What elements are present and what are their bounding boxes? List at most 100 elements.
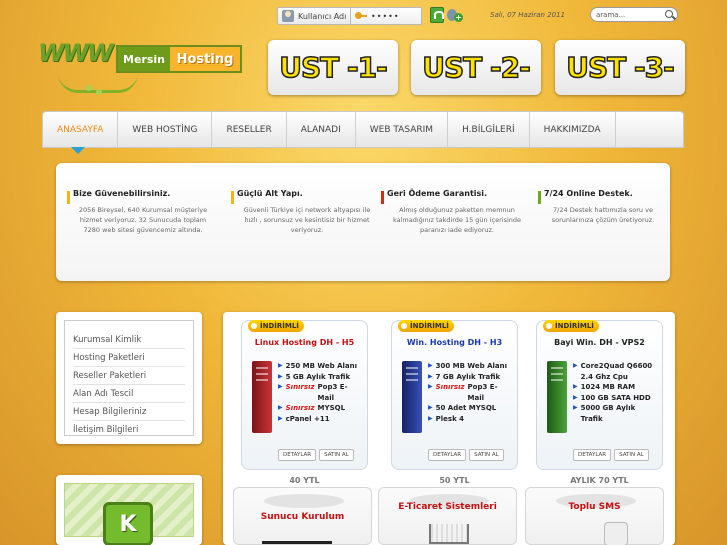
sidebar-item-hosting-paketleri[interactable]: Hosting Paketleri <box>73 349 185 367</box>
info-text: Almış olduğunuz paketten memnun kalmadığ… <box>392 206 522 234</box>
user-icon <box>282 10 294 22</box>
accent-bar <box>67 191 70 204</box>
banner-ust-3[interactable]: UST -3- <box>555 40 685 95</box>
details-button[interactable]: DETAYLAR <box>428 449 467 461</box>
main-content: İNDİRİMLİ Linux Hosting DH - H5 ▶ 250 MB … <box>223 312 675 545</box>
card-actions: DETAYLAR SATIN AL <box>428 449 504 461</box>
nav-item-h-bilgileri[interactable]: H.BİLGİLERİ <box>448 112 530 147</box>
discount-badge: İNDİRİMLİ <box>398 320 454 332</box>
phone-icon <box>604 522 628 545</box>
server-icon <box>547 361 567 433</box>
info-text: 7/24 Destek hattımızla soru ve sorunları… <box>551 206 655 224</box>
info-title: Bize Güvenebilirsiniz. <box>73 189 171 198</box>
nav-item-reseller[interactable]: RESELLER <box>212 112 287 147</box>
feature-item: ▶ 5 GB Aylık Trafik <box>278 372 351 381</box>
logo-www: WWW <box>38 39 113 67</box>
logo-dot <box>86 85 92 91</box>
package-card-vps: İNDİRİMLİ Bayi Win. DH - VPS2 ▶ Core2Quad… <box>536 320 663 485</box>
feature-item: ▶ Core2Quad Q6600 2.4 Ghz Cpu <box>573 362 653 381</box>
feature-item: ▶ Sınırsız Pop3 E-Mail <box>278 383 348 402</box>
feature-item: ▶ 50 Adet MYSQL <box>428 404 497 412</box>
sidebar-item-kurumsal-kimlik[interactable]: Kurumsal Kimlik <box>73 331 185 349</box>
service-card-bulk-sms[interactable]: Toplu SMS <box>525 487 664 545</box>
feature-item: ▶ 100 GB SATA HDD <box>573 393 651 402</box>
feature-item: ▶ Sınırsız Pop3 E-Mail <box>428 383 498 402</box>
info-trust: Bize Güvenebilirsiniz. 2056 Bireysel, 64… <box>67 189 213 235</box>
add-user-button[interactable]: + <box>447 7 463 23</box>
nav-item-web-tasarim[interactable]: WEB TASARIM <box>356 112 449 147</box>
accent-bar <box>538 191 541 204</box>
feature-item: ▶ 7 GB Aylık Trafik <box>428 372 501 381</box>
username-placeholder: Kullanıcı Adı <box>298 11 347 21</box>
service-title: Toplu SMS <box>568 502 621 512</box>
package-price: 40 YTL <box>289 476 320 485</box>
feature-item: ▶ 5000 GB Aylık Trafik <box>573 404 636 423</box>
details-button[interactable]: DETAYLAR <box>573 449 612 461</box>
logo-hosting: Hosting <box>170 47 240 71</box>
package-price: 50 YTL <box>439 476 470 485</box>
promo-k-tile[interactable]: K <box>103 502 153 545</box>
nav-item-anasayfa[interactable]: ANASAYFA <box>43 112 119 154</box>
nav-item-hakkimizda[interactable]: HAKKIMIZDA <box>530 112 616 147</box>
banner-ust-1[interactable]: UST -1- <box>268 40 398 95</box>
package-card-windows: İNDİRİMLİ Win. Hosting DH - H3 ▶ 300 MB W… <box>391 320 518 485</box>
plus-icon: + <box>454 13 463 22</box>
feature-item: ▶ cPanel +11 <box>278 414 330 423</box>
sidebar-promo: K <box>56 475 202 545</box>
promo-background: K <box>64 483 194 545</box>
feature-item: ▶ Sınırsız MYSQL <box>278 404 346 412</box>
sidebar-item-alan-adi-tescil[interactable]: Alan Adı Tescil <box>73 385 185 403</box>
password-field[interactable]: ••••• <box>350 7 422 25</box>
service-card-ecommerce[interactable]: E-Ticaret Sistemleri <box>378 487 517 545</box>
sidebar-item-iletisim-bilgileri[interactable]: İletişim Bilgileri <box>73 421 185 439</box>
feature-list: ▶ 250 MB Web Alanı ▶ 5 GB Aylık Trafik ▶ Sı… <box>278 361 363 424</box>
accent-bar <box>231 191 234 204</box>
server-icon <box>402 361 422 433</box>
card-highlight <box>264 494 344 508</box>
feature-item: ▶ 1024 MB RAM <box>573 383 636 391</box>
info-title: 7/24 Online Destek. <box>544 189 633 198</box>
sidebar-menu: Kurumsal Kimlik Hosting Paketleri Resell… <box>56 312 202 444</box>
feature-item: ▶ 250 MB Web Alanı <box>278 362 358 370</box>
sidebar-item-hesap-bilgileriniz[interactable]: Hesap Bilgileriniz <box>73 403 185 421</box>
buy-button[interactable]: SATIN AL <box>319 449 354 461</box>
password-value: ••••• <box>371 11 400 21</box>
info-title: Geri Ödeme Garantisi. <box>387 189 488 198</box>
server-icon <box>252 361 272 433</box>
feature-item: ▶ 300 MB Web Alanı <box>428 362 508 370</box>
accent-bar <box>381 191 384 204</box>
key-icon <box>355 10 367 22</box>
info-text: Güvenli Türkiye içi network altyapısı il… <box>243 206 371 234</box>
buy-button[interactable]: SATIN AL <box>614 449 649 461</box>
login-lock-button[interactable] <box>430 7 444 23</box>
package-title: Linux Hosting DH - H5 <box>254 338 355 347</box>
info-infrastructure: Güçlü Alt Yapı. Güvenli Türkiye içi netw… <box>231 189 377 235</box>
package-card-linux: İNDİRİMLİ Linux Hosting DH - H5 ▶ 250 MB … <box>241 320 368 485</box>
page: Kullanıcı Adı ••••• + Salı, 07 Haziran 2… <box>0 0 727 545</box>
package-title: Win. Hosting DH - H3 <box>406 338 503 347</box>
current-date: Salı, 07 Haziran 2011 <box>490 11 566 19</box>
search-placeholder: arama... <box>596 10 626 19</box>
buy-button[interactable]: SATIN AL <box>469 449 504 461</box>
service-title: Sunucu Kurulum <box>260 512 345 522</box>
package-price: AYLIK 70 YTL <box>570 476 629 485</box>
info-text: 2056 Bireysel, 640 Kurumsal müşteriye hi… <box>78 206 208 234</box>
top-utility-bar: Kullanıcı Adı ••••• + Salı, 07 Haziran 2… <box>270 5 690 25</box>
logo-wordmark: Mersin Hosting <box>116 45 242 73</box>
logo-mersin: Mersin <box>118 47 170 71</box>
info-title: Güçlü Alt Yapı. <box>237 189 303 198</box>
main-navigation: ANASAYFA WEB HOSTİNG RESELLER ALANADI WE… <box>42 111 684 154</box>
details-button[interactable]: DETAYLAR <box>278 449 317 461</box>
info-support: 7/24 Online Destek. 7/24 Destek hattımız… <box>538 189 662 225</box>
service-card-server-setup[interactable]: Sunucu Kurulum <box>233 487 372 545</box>
logo-dot <box>96 89 102 95</box>
banner-ust-2[interactable]: UST -2- <box>411 40 541 95</box>
site-logo[interactable]: WWW Mersin Hosting <box>38 33 243 98</box>
nav-item-web-hosting[interactable]: WEB HOSTİNG <box>118 112 213 147</box>
nav-item-alanadi[interactable]: ALANADI <box>287 112 356 147</box>
search-input[interactable]: arama... <box>590 7 678 22</box>
feature-item: ▶ Plesk 4 <box>428 414 465 423</box>
search-icon[interactable] <box>665 10 673 18</box>
sidebar-item-reseller-paketleri[interactable]: Reseller Paketleri <box>73 367 185 385</box>
card-actions: DETAYLAR SATIN AL <box>573 449 649 461</box>
